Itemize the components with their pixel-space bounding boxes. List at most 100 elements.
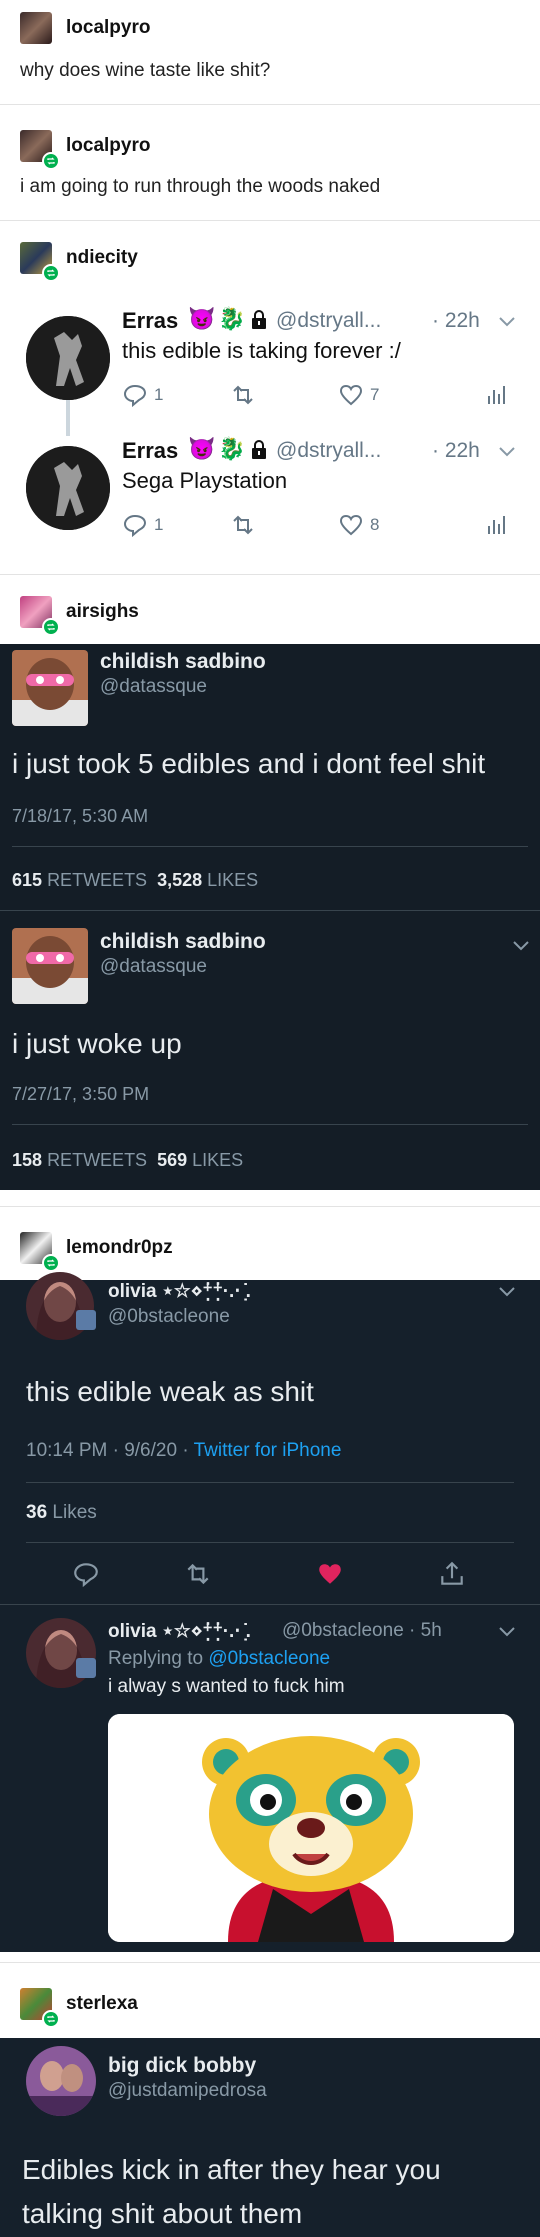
retweet-button[interactable] xyxy=(230,382,256,408)
username[interactable]: airsighs xyxy=(66,601,139,623)
retweet-button[interactable] xyxy=(230,512,256,538)
like-button[interactable]: 7 xyxy=(338,382,379,408)
retweet-icon[interactable] xyxy=(184,1560,212,1588)
tweet-stats: 36 Likes xyxy=(26,1502,97,1524)
handle[interactable]: @justdamipedrosa xyxy=(108,2080,267,2102)
username[interactable]: ndiecity xyxy=(66,247,138,269)
avatar[interactable] xyxy=(20,130,60,170)
tweet-text: this edible is taking forever :/ xyxy=(122,338,401,363)
display-name[interactable]: Erras xyxy=(122,438,178,464)
tweet-stats: 615 RETWEETS 3,528 LIKES xyxy=(12,870,258,891)
post-ndiecity: ndiecity Erras 😈 🐉 @dstryall... · 22h th… xyxy=(0,226,540,572)
avatar[interactable] xyxy=(12,928,88,1004)
avatar-badge xyxy=(76,1310,96,1330)
chevron-down-icon[interactable] xyxy=(498,1626,516,1638)
tweet-text: i just woke up xyxy=(12,1028,182,1059)
handle[interactable]: @datassque xyxy=(100,956,207,978)
analytics-button[interactable] xyxy=(484,512,510,538)
post-airsighs: airsighs childish sadbino @datassque i j… xyxy=(0,580,540,1190)
retweet-icon xyxy=(42,264,60,282)
heart-icon xyxy=(339,384,363,406)
chevron-down-icon[interactable] xyxy=(498,1286,516,1298)
tweet-text-line1: Edibles kick in after they hear you xyxy=(22,2154,441,2185)
handle[interactable]: @0bstacleone xyxy=(108,1306,230,1328)
replying-to-link[interactable]: @0bstacleone xyxy=(208,1648,330,1669)
display-name[interactable]: childish sadbino xyxy=(100,650,266,674)
tweet-text: Sega Playstation xyxy=(122,468,288,493)
avatar[interactable] xyxy=(20,242,60,282)
bear-image xyxy=(108,1714,514,1942)
timestamp[interactable]: · 22h xyxy=(432,309,480,333)
reply-button[interactable]: 1 xyxy=(122,512,163,538)
avatar[interactable] xyxy=(20,1988,60,2028)
devil-emoji-icon: 😈 xyxy=(188,436,216,461)
reply-count: 1 xyxy=(154,385,164,404)
avatar[interactable] xyxy=(26,2046,96,2116)
chevron-down-icon[interactable] xyxy=(512,940,530,952)
avatar[interactable] xyxy=(12,650,88,726)
username[interactable]: localpyro xyxy=(66,135,150,157)
reply-icon[interactable] xyxy=(72,1560,100,1588)
retweet-icon xyxy=(233,385,253,405)
avatar[interactable] xyxy=(20,1232,60,1272)
tweet-text: this edible weak as shit xyxy=(26,1376,314,1407)
divider xyxy=(0,910,540,911)
like-count: 569 xyxy=(157,1150,188,1170)
heart-icon xyxy=(339,514,363,536)
username[interactable]: lemondr0pz xyxy=(66,1237,173,1259)
reply-button[interactable]: 1 xyxy=(122,382,163,408)
divider xyxy=(26,1542,514,1543)
retweet-count: 158 xyxy=(12,1150,43,1170)
timestamp: 7/27/17, 3:50 PM xyxy=(12,1084,150,1104)
tweet[interactable]: Erras 😈 🐉 @dstryall... · 22h Sega Playst… xyxy=(26,436,526,558)
tweet-actions: 1 7 xyxy=(122,382,522,412)
divider xyxy=(12,1124,528,1125)
share-icon[interactable] xyxy=(438,1560,466,1588)
display-name[interactable]: olivia ⋆☆⋄⁺̣̇⁺̣̇·.⋅ ̣̇. xyxy=(108,1280,251,1303)
likes-label: LIKES xyxy=(207,870,259,890)
handle[interactable]: @0bstacleone · 5h xyxy=(282,1620,442,1642)
avatar[interactable] xyxy=(26,316,110,400)
chevron-down-icon[interactable] xyxy=(498,446,516,458)
tweet-text-line2: talking shit about them xyxy=(22,2198,303,2229)
handle[interactable]: @dstryall... xyxy=(276,439,381,463)
divider xyxy=(26,1482,514,1483)
timestamp[interactable]: · 22h xyxy=(432,439,480,463)
handle[interactable]: @datassque xyxy=(100,676,207,698)
username[interactable]: localpyro xyxy=(66,17,150,39)
lock-icon xyxy=(250,310,268,335)
divider xyxy=(0,104,540,105)
devil-emoji-icon: 😈 xyxy=(188,306,216,331)
tweet[interactable]: Erras 😈 🐉 @dstryall... · 22h this edible… xyxy=(26,306,526,428)
tweet-text: i just took 5 edibles and i dont feel sh… xyxy=(12,748,486,779)
client-link[interactable]: Twitter for iPhone xyxy=(194,1440,342,1461)
display-name[interactable]: childish sadbino xyxy=(100,930,266,954)
replying-to-label: Replying to xyxy=(108,1648,209,1669)
retweet-icon xyxy=(233,515,253,535)
heart-icon[interactable] xyxy=(316,1560,344,1588)
tweet-image[interactable] xyxy=(108,1714,514,1942)
username[interactable]: sterlexa xyxy=(66,1993,138,2015)
like-count: 8 xyxy=(370,515,380,534)
retweets-label: RETWEETS xyxy=(47,870,148,890)
handle[interactable]: @dstryall... xyxy=(276,309,381,333)
like-button[interactable]: 8 xyxy=(338,512,379,538)
lock-icon xyxy=(250,440,268,465)
divider xyxy=(0,1604,540,1605)
divider xyxy=(12,846,528,847)
avatar[interactable] xyxy=(20,596,60,636)
chevron-down-icon[interactable] xyxy=(498,316,516,328)
replying-to: Replying to @0bstacleone xyxy=(108,1648,330,1670)
post-text: why does wine taste like shit? xyxy=(20,60,271,81)
post-text: i am going to run through the woods nake… xyxy=(20,176,381,197)
dragon-emoji-icon: 🐉 xyxy=(218,436,246,461)
avatar[interactable] xyxy=(26,446,110,530)
analytics-button[interactable] xyxy=(484,382,510,408)
post-localpyro-2: localpyro i am going to run through the … xyxy=(0,110,540,218)
reply-count: 1 xyxy=(154,515,164,534)
display-name[interactable]: Erras xyxy=(122,308,178,334)
divider xyxy=(0,1206,540,1207)
display-name[interactable]: big dick bobby xyxy=(108,2054,256,2078)
avatar[interactable] xyxy=(20,12,52,44)
display-name[interactable]: olivia ⋆☆⋄⁺̣̇⁺̣̇·.⋅ ̣̇. xyxy=(108,1620,251,1643)
